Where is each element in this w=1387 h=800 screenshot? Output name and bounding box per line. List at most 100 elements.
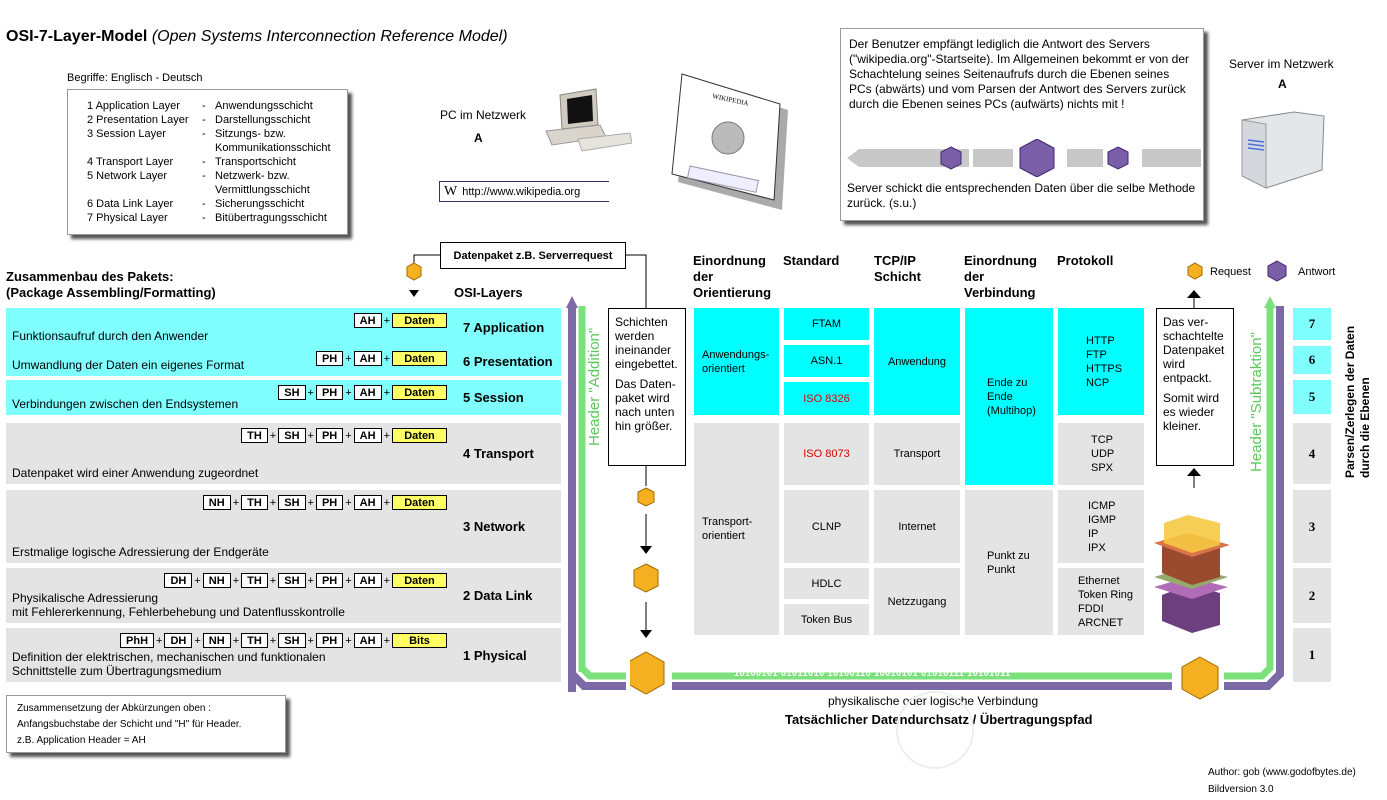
protocol-item: NCP <box>1086 376 1110 389</box>
standard-iso8073: ISO 8073 <box>784 423 869 485</box>
payload-box: Daten <box>392 385 447 400</box>
osi-layer-label: 5 Session <box>454 380 561 415</box>
protocol-item: HTTP <box>1086 334 1115 347</box>
header-box: PH <box>315 495 344 510</box>
payload-box: Daten <box>392 495 447 510</box>
payload-box: Daten <box>392 573 447 588</box>
glossary-item: 3 Session Layer - Sitzungs- bzw. Kommunikat… <box>87 128 331 154</box>
info-box: Der Benutzer empfängt lediglich die Antw… <box>840 28 1204 221</box>
assembly-heading: Zusammenbau des Pakets: (Package Assembl… <box>6 269 216 300</box>
osi-layer-label: 6 Presentation <box>454 346 561 376</box>
glossary-item: 1 Application Layer - Anwendungsschicht <box>87 100 313 112</box>
server-label: Server im Netzwerk <box>1229 57 1334 71</box>
col-protocol: Protokoll <box>1057 253 1114 268</box>
server-icon <box>1241 111 1325 189</box>
protocol-item: ARCNET <box>1078 616 1124 629</box>
wikipedia-page-icon: WIKIPEDIA <box>671 73 788 210</box>
response-cube-icon <box>1107 146 1129 170</box>
legend-request: Request <box>1210 266 1251 278</box>
protocol-item: IGMP <box>1088 513 1117 526</box>
header-box: TH <box>241 495 268 510</box>
header-box: PhH <box>120 633 155 648</box>
packet-composition: PhH + DH + NH + TH + SH + PH + AH + Bits <box>120 633 447 648</box>
layer-number: 2 <box>1293 568 1331 623</box>
header-box: PH <box>315 633 344 648</box>
note-unpacking: Das ver-schachtelte Datenpaket wird entp… <box>1156 308 1234 466</box>
protocol-item: IPX <box>1088 541 1106 554</box>
pc-label: PC im Netzwerk <box>440 108 527 122</box>
protocol-item: Token Ring <box>1078 588 1134 601</box>
layer-number: 7 <box>1293 308 1331 340</box>
layer-number: 1 <box>1293 628 1331 682</box>
tcpip-network-access: Netzzugang <box>874 568 960 635</box>
tcpip-transport: Transport <box>874 423 960 485</box>
connection-end-to-end: Ende zu Ende (Multihop) <box>965 308 1053 485</box>
pc-letter: A <box>474 131 483 145</box>
server-letter: A <box>1278 77 1287 91</box>
osi-layer-label: 2 Data Link <box>454 568 561 623</box>
protocol-item: TCP <box>1091 434 1113 446</box>
request-legend-icon <box>1187 262 1203 280</box>
osi-layer-label: 3 Network <box>454 490 561 563</box>
header-box: AH <box>353 428 382 443</box>
protocol-item: UDP <box>1091 448 1115 460</box>
header-box: TH <box>241 573 268 588</box>
osi-heading: OSI-Layers <box>454 285 523 300</box>
connection-point-to-point: Punkt zu Punkt <box>965 490 1053 635</box>
header-box: NH <box>202 633 231 648</box>
packet-composition: NH + TH + SH + PH + AH + Daten <box>202 495 447 510</box>
info-footer: Server schickt die entsprechenden Daten … <box>847 181 1196 210</box>
header-box: DH <box>164 633 193 648</box>
header-box: TH <box>241 633 268 648</box>
payload-box: Bits <box>392 633 447 648</box>
layer-description: Funktionsaufruf durch den Anwender <box>12 329 209 343</box>
glossary-item: 5 Network Layer - Netzwerk- bzw. Vermittlun… <box>87 170 310 196</box>
header-box: SH <box>278 385 306 400</box>
layer-number: 3 <box>1293 490 1331 563</box>
protocol-item: Ethernet <box>1078 574 1120 587</box>
header-box: AH <box>353 313 382 328</box>
col-orientation: Einordnung der Orientierung <box>693 253 772 300</box>
glossary-box: 1 Application Layer - Anwendungsschicht 2 P… <box>67 89 348 235</box>
protocol-item: FDDI <box>1078 602 1104 615</box>
osi-layer-label: 1 Physical <box>454 628 561 682</box>
layer-description: Datenpaket wird einer Anwendung zugeordn… <box>12 466 259 480</box>
address-bar[interactable]: W http://www.wikipedia.org <box>439 181 609 202</box>
address-url: http://www.wikipedia.org <box>462 185 581 198</box>
standard-iso8326: ISO 8326 <box>784 382 869 415</box>
header-box: AH <box>353 351 382 366</box>
header-box: AH <box>353 495 382 510</box>
protocol-item: ICMP <box>1088 499 1116 512</box>
header-box: AH <box>353 573 382 588</box>
protocol-item: FTP <box>1086 348 1107 361</box>
tcpip-application: Anwendung <box>874 308 960 415</box>
wikipedia-icon: W <box>444 183 458 199</box>
response-cube-icon <box>940 146 962 170</box>
protocol-application: HTTP FTP HTTPS NCP <box>1058 308 1144 415</box>
large-request-icon <box>630 651 665 695</box>
small-request-icon <box>637 487 655 507</box>
protocol-transport: TCP UDP SPX <box>1058 423 1144 485</box>
header-box: PH <box>315 428 344 443</box>
header-box: PH <box>315 385 344 400</box>
note-embedding: Schichten werden ineinander eingebettet.… <box>608 308 686 466</box>
payload-box: Daten <box>392 351 447 366</box>
bitstream: 10100101 01011010 10100110 10010101 0101… <box>734 668 1011 678</box>
header-box: DH <box>164 573 193 588</box>
abbreviation-note: Zusammensetzung der Abkürzungen oben : A… <box>6 695 286 753</box>
credits: Author: gob (www.godofbytes.de) Bildvers… <box>1208 767 1356 795</box>
parse-label: Parsen/Zerlegen der Daten durch die Eben… <box>1343 325 1372 478</box>
protocol-item: IP <box>1088 527 1099 540</box>
header-box: AH <box>353 633 382 648</box>
osi-layer-label: 4 Transport <box>454 423 561 484</box>
medium-request-icon <box>633 563 659 593</box>
glossary-item: 6 Data Link Layer - Sicherungsschicht <box>87 198 305 210</box>
header-box: SH <box>278 428 306 443</box>
layer-description: Verbindungen zwischen den Endsystemen <box>12 397 239 411</box>
glossary-heading: Begriffe: Englisch - Deutsch <box>67 72 203 84</box>
globe-watermark-icon <box>896 691 974 769</box>
info-text: Der Benutzer empfängt lediglich die Antw… <box>849 37 1189 111</box>
page-title: OSI-7-Layer-Model (Open Systems Intercon… <box>6 28 508 45</box>
layer-description: Definition der elektrischen, mechanische… <box>12 650 326 678</box>
computer-icon <box>545 88 632 152</box>
